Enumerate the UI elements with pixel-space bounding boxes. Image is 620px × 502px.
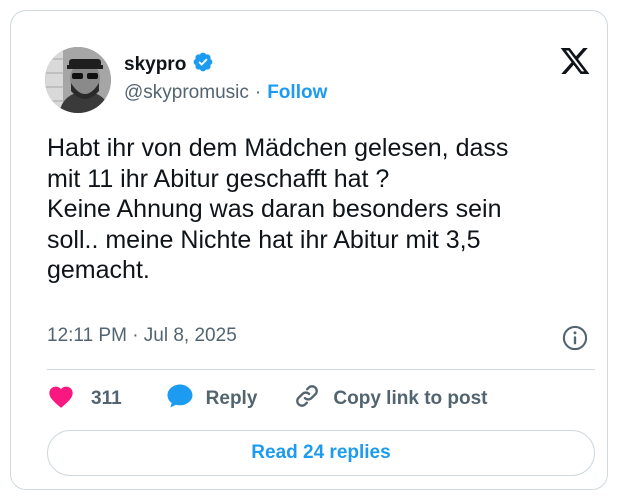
author-handle-row: @skypromusic · Follow <box>124 82 327 104</box>
tweet-text-line: soll.. meine Nichte hat ihr Abitur mit 3… <box>47 225 481 254</box>
profile-avatar[interactable] <box>45 47 111 113</box>
handle-separator: · <box>254 82 262 103</box>
action-bar: 311 Reply Copy link to post <box>47 383 488 415</box>
info-icon[interactable] <box>561 324 589 352</box>
divider <box>47 369 595 370</box>
x-logo-icon[interactable] <box>559 45 591 77</box>
author-handle[interactable]: @skypromusic <box>124 82 249 104</box>
heart-icon <box>47 383 75 415</box>
tweet-text-line: mit 11 ihr Abitur geschafft hat ? <box>47 164 390 193</box>
tweet-text-line: gemacht. <box>47 256 150 284</box>
copy-link-button[interactable]: Copy link to post <box>293 382 488 416</box>
follow-button[interactable]: Follow <box>267 82 327 104</box>
reply-label: Reply <box>205 388 258 409</box>
speech-bubble-icon <box>166 383 194 415</box>
like-button[interactable]: 311 <box>47 383 122 415</box>
tweet-timestamp[interactable]: 12:11 PM · Jul 8, 2025 <box>47 325 237 347</box>
read-replies-button[interactable]: Read 24 replies <box>47 430 595 476</box>
copy-link-label: Copy link to post <box>333 388 488 409</box>
tweet-card: skypro @skypromusic · Follow Habt ihr vo… <box>10 10 608 490</box>
reply-button[interactable]: Reply <box>166 383 258 415</box>
verified-badge-icon <box>192 51 214 78</box>
tweet-text-line: Keine Ahnung was daran besonders sein <box>47 195 502 223</box>
link-icon <box>293 382 321 416</box>
author-name[interactable]: skypro <box>124 54 186 76</box>
like-count: 311 <box>91 388 122 409</box>
tweet-text-line: Habt ihr von dem Mädchen gelesen, dass <box>47 134 509 162</box>
author-name-row: skypro <box>124 51 214 78</box>
tweet-text: Habt ihr von dem Mädchen gelesen, dass m… <box>47 133 607 286</box>
